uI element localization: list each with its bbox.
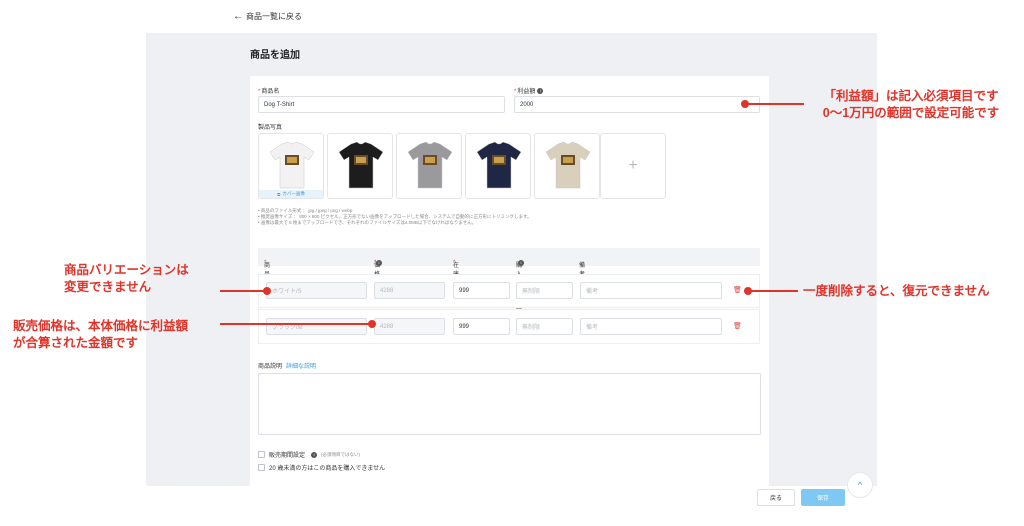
arrow-left-icon: ← bbox=[233, 10, 243, 22]
back-link-label: 商品一覧に戻る bbox=[246, 12, 302, 21]
page-title: 商品を追加 bbox=[250, 50, 300, 61]
variation-annotation: 商品バリエーションは 変更できません bbox=[64, 262, 189, 296]
delete-annotation: 一度削除すると、復元できません bbox=[803, 284, 990, 298]
limit-input[interactable]: 無制限 bbox=[516, 282, 573, 299]
limit-input[interactable]: 無制限 bbox=[516, 318, 573, 335]
price-pointer-dot bbox=[368, 320, 376, 328]
variation-pointer-dot bbox=[263, 287, 271, 295]
tshirt-image bbox=[407, 141, 453, 189]
delete-pointer-dot bbox=[744, 287, 752, 295]
profit-label: *利益額 i bbox=[514, 86, 544, 95]
info-icon[interactable]: i bbox=[376, 260, 382, 266]
remarks-input[interactable]: 備考 bbox=[580, 282, 722, 299]
info-icon[interactable]: i bbox=[311, 451, 318, 458]
required-mark: * bbox=[514, 89, 517, 95]
back-button[interactable]: 戻る bbox=[757, 489, 795, 506]
photos-label: 製品写真 bbox=[258, 125, 283, 131]
product-name-label: *商品名 bbox=[258, 89, 280, 95]
photo-notes: • 商品のファイル形式 ： jpg / jpeg / png / webp • … bbox=[258, 208, 532, 226]
back-to-list-link[interactable]: ← 商品一覧に戻る bbox=[233, 11, 302, 22]
variation-name-input: ホワイト/S bbox=[266, 282, 367, 299]
required-mark: * bbox=[258, 89, 261, 95]
info-icon[interactable]: i bbox=[518, 260, 524, 266]
stock-input[interactable]: 999 bbox=[453, 318, 510, 335]
profit-pointer-dot bbox=[741, 100, 749, 108]
add-photo-button[interactable]: + bbox=[600, 133, 666, 199]
info-icon[interactable]: i bbox=[537, 88, 544, 95]
age-restriction-option[interactable]: 20 歳未満の方はこの商品を購入できません bbox=[258, 463, 385, 472]
tshirt-image bbox=[545, 141, 591, 189]
price-input: 4288 bbox=[374, 282, 445, 299]
price-annotation-line: が合算された金額です bbox=[13, 336, 139, 350]
photo-note: • 画像は最大で 5 枚までアップロードでき、それぞれのファイルサイズは4.0M… bbox=[258, 220, 477, 225]
product-photo[interactable]: ⧉ カバー画像 bbox=[258, 133, 324, 199]
delete-pointer-line bbox=[748, 290, 798, 292]
scroll-to-top-button[interactable]: ^ bbox=[847, 472, 873, 498]
tshirt-image bbox=[269, 141, 315, 189]
price-pointer-line bbox=[220, 323, 372, 325]
profit-annotation: 「利益額」は記入必須項目です 0〜1万円の範囲で設定可能です bbox=[811, 88, 1011, 122]
description-label: 商品説明 詳細な説明 bbox=[258, 364, 317, 370]
profit-input[interactable]: 2000 bbox=[514, 96, 760, 113]
product-photo[interactable] bbox=[396, 133, 462, 199]
tshirt-image bbox=[476, 141, 522, 189]
price-annotation-line: 販売価格は、本体価格に利益額 bbox=[13, 319, 189, 333]
product-name-input[interactable]: Dog T-Shirt bbox=[258, 96, 505, 113]
remarks-input[interactable]: 備考 bbox=[580, 318, 722, 335]
profit-annotation-line: 「利益額」は記入必須項目です bbox=[823, 89, 999, 103]
image-icon: ⧉ bbox=[277, 191, 281, 197]
sale-period-option[interactable]: 販売期間設定 i (必須項目ではない) bbox=[258, 450, 360, 459]
sale-period-checkbox[interactable] bbox=[258, 451, 265, 458]
chevron-up-icon: ^ bbox=[857, 480, 863, 490]
product-photo[interactable] bbox=[327, 133, 393, 199]
tshirt-image bbox=[338, 141, 384, 189]
cover-image-badge: ⧉ カバー画像 bbox=[259, 190, 323, 198]
trash-icon[interactable]: 🗑 bbox=[733, 286, 742, 294]
description-textarea[interactable] bbox=[258, 373, 761, 435]
product-photo[interactable] bbox=[534, 133, 600, 199]
trash-icon[interactable]: 🗑 bbox=[733, 322, 742, 330]
save-button[interactable]: 保存 bbox=[801, 489, 845, 506]
product-photo[interactable] bbox=[465, 133, 531, 199]
age-restriction-checkbox[interactable] bbox=[258, 464, 265, 471]
plus-icon: + bbox=[628, 157, 638, 174]
variation-pointer-line bbox=[220, 290, 268, 292]
variation-name-input: ブラック/M bbox=[266, 318, 367, 335]
price-input: 4288 bbox=[374, 318, 445, 335]
variation-annotation-line: 商品バリエーションは bbox=[64, 263, 189, 277]
detailed-description-link[interactable]: 詳細な説明 bbox=[286, 364, 316, 370]
profit-annotation-line: 0〜1万円の範囲で設定可能です bbox=[822, 106, 1000, 120]
variation-annotation-line: 変更できません bbox=[64, 280, 152, 294]
variations-table-header: *商品バリエーション *価格i *在庫 購入個数制限i 備考 bbox=[258, 248, 760, 341]
price-annotation: 販売価格は、本体価格に利益額 が合算された金額です bbox=[13, 318, 188, 352]
profit-pointer-line bbox=[746, 103, 804, 105]
stock-input[interactable]: 999 bbox=[453, 282, 510, 299]
